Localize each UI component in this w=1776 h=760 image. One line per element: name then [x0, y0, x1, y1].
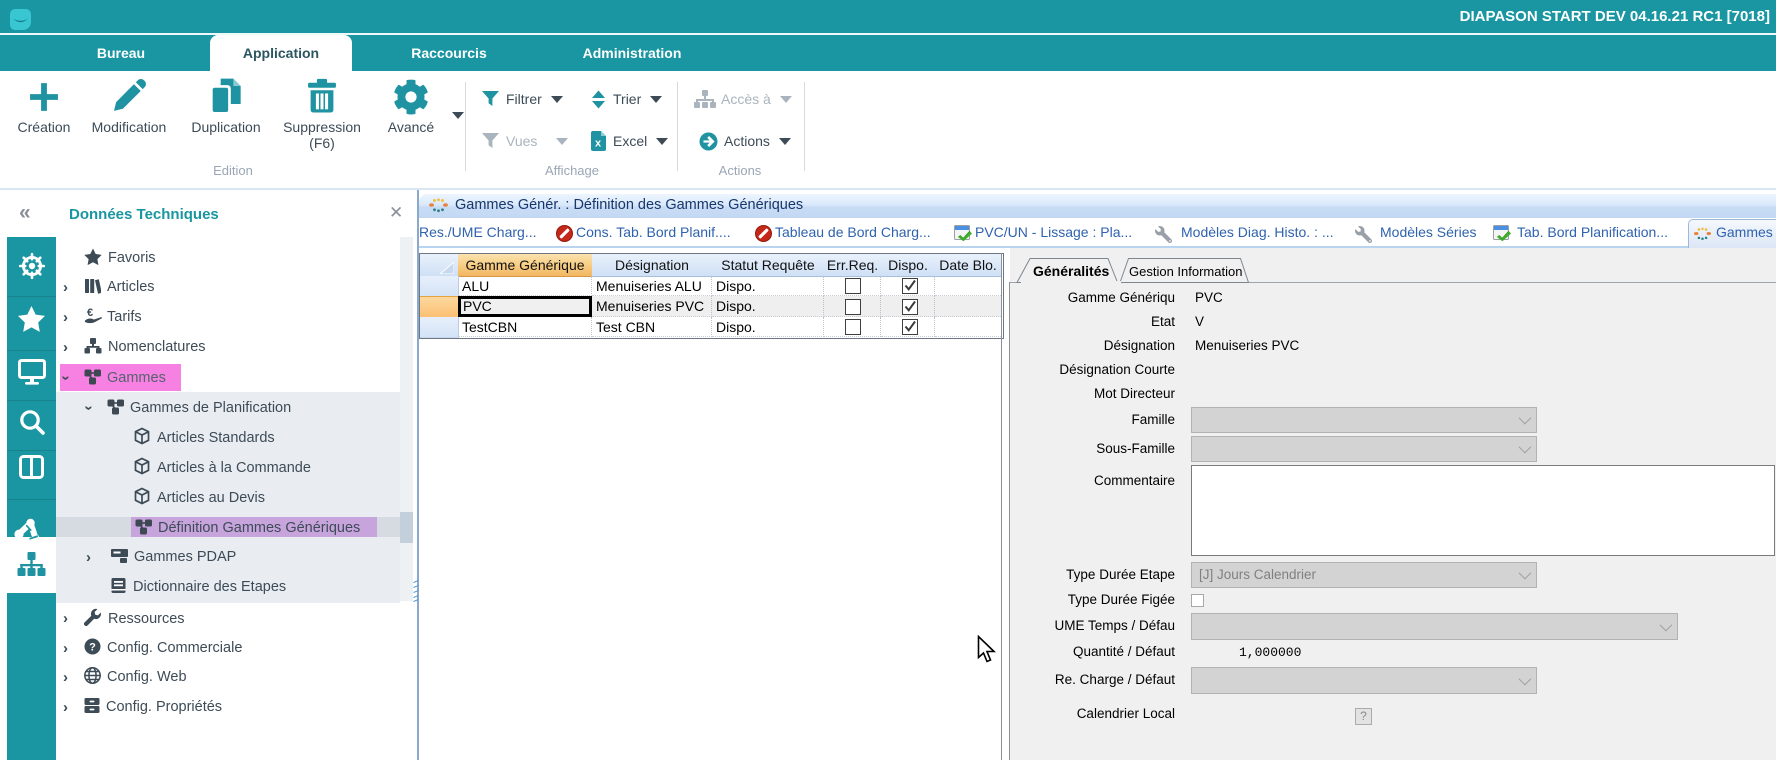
svg-text:€: € [87, 307, 93, 319]
svg-text:x: x [595, 138, 602, 150]
svg-text:?: ? [89, 642, 96, 654]
